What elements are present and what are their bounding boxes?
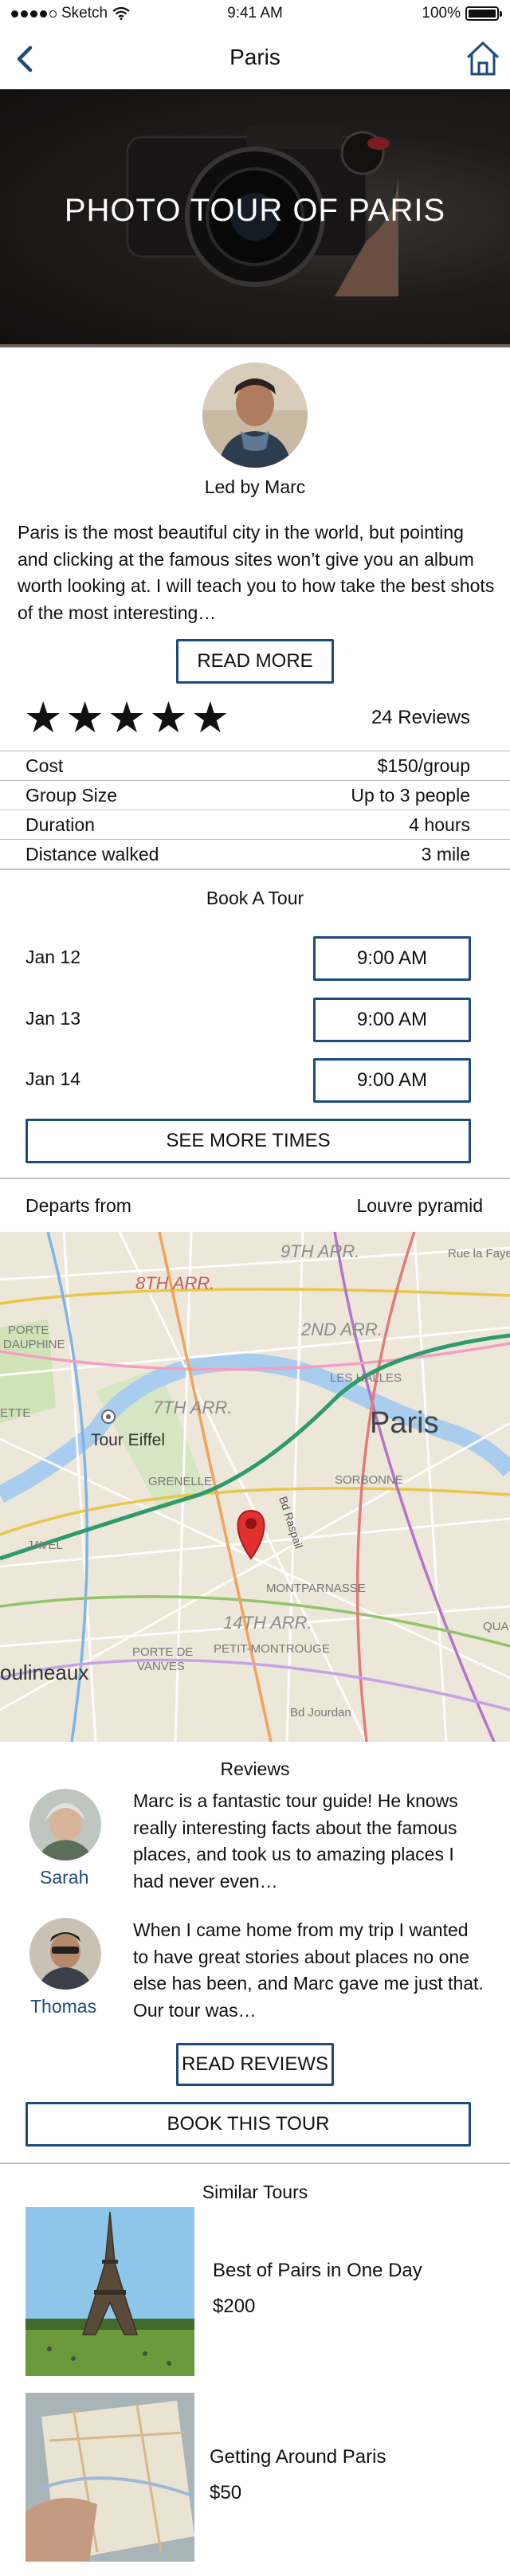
hero-border (0, 344, 510, 347)
map-label: PORTE DE VANVES (132, 1645, 193, 1673)
reviewer-avatar (29, 1918, 101, 1990)
time-slot-button[interactable]: 9:00 AM (313, 998, 471, 1042)
detail-value: 3 mile (421, 844, 470, 865)
see-more-times-button[interactable]: SEE MORE TIMES (26, 1119, 471, 1163)
detail-row-cost: Cost $150/group (0, 751, 510, 780)
map-label: 7TH ARR. (153, 1398, 232, 1417)
similar-tours-title: Similar Tours (202, 2182, 308, 2202)
map-label: QUA (483, 1620, 509, 1633)
review-text: Marc is a fantastic tour guide! He knows… (133, 1790, 458, 1892)
time-slot-button[interactable]: 9:00 AM (313, 1058, 471, 1103)
hero-headline: PHOTO TOUR OF PARIS (64, 193, 446, 228)
guide-avatar (202, 363, 308, 468)
similar-tour-name[interactable]: Best of Pairs in One Day (213, 2260, 422, 2282)
review-text: When I came home from my trip I wanted t… (133, 1919, 484, 2021)
similar-tour-image[interactable] (26, 2393, 194, 2562)
map-label: SORBONNE (335, 1473, 403, 1487)
similar-tour-price: $200 (213, 2296, 256, 2317)
map-label: Tour Eiffel (91, 1431, 165, 1449)
reviewer-avatar (29, 1789, 101, 1860)
home-icon[interactable] (465, 40, 500, 76)
read-reviews-button[interactable]: READ REVIEWS (176, 2043, 334, 2086)
departure-map[interactable]: 9TH ARR. 8TH ARR. 2ND ARR. 7TH ARR. 14TH… (0, 1232, 510, 1742)
similar-tour-image[interactable] (26, 2207, 194, 2376)
detail-row-group-size: Group Size Up to 3 people (0, 780, 510, 810)
map-label: 9TH ARR. (280, 1241, 359, 1261)
divider (0, 1178, 510, 1179)
rating-stars: ★★★★★ (24, 694, 233, 742)
led-by: Led by Marc (204, 476, 306, 497)
detail-key: Group Size (26, 785, 118, 806)
tour-description: Paris is the most beautiful city in the … (18, 522, 495, 623)
departs-label: Departs from (26, 1195, 131, 1216)
detail-value: Up to 3 people (351, 785, 470, 806)
detail-key: Cost (26, 755, 64, 776)
similar-tour-price: $50 (210, 2482, 242, 2503)
map-label: LES HALLES (330, 1371, 402, 1385)
page-title: Paris (230, 45, 280, 69)
read-more-button[interactable]: READ MORE (176, 639, 334, 684)
map-label: PETIT-MONTROUGE (214, 1642, 330, 1656)
map-label: oulineaux (0, 1660, 88, 1684)
reviewer-name[interactable]: Sarah (40, 1867, 88, 1888)
battery-icon (465, 6, 502, 21)
booking-slot: Jan 12 9:00 AM (0, 936, 510, 981)
slot-date: Jan 12 (26, 947, 81, 967)
booking-slot: Jan 13 9:00 AM (0, 998, 510, 1042)
reviewer-name[interactable]: Thomas (30, 1996, 96, 2017)
divider (0, 868, 510, 870)
battery-percent: 100% (422, 5, 461, 22)
detail-key: Duration (26, 814, 95, 835)
slot-date: Jan 14 (26, 1068, 81, 1089)
map-label: Bd Jourdan (290, 1706, 351, 1719)
booking-slot: Jan 14 9:00 AM (0, 1058, 510, 1103)
nav-bar: Paris (0, 29, 510, 89)
status-bar: Sketch 9:41 AM 100% (0, 0, 510, 29)
detail-row-distance: Distance walked 3 mile (0, 839, 510, 868)
hero-image: PHOTO TOUR OF PARIS (0, 89, 510, 346)
map-label: 2ND ARR. (300, 1319, 382, 1339)
detail-value: $150/group (377, 755, 470, 776)
similar-tour-name[interactable]: Getting Around Paris (210, 2446, 386, 2468)
book-this-tour-button[interactable]: BOOK THIS TOUR (26, 2102, 471, 2147)
map-label: 8TH ARR. (135, 1273, 214, 1293)
map-label: MONTPARNASSE (266, 1582, 366, 1595)
reviews-count[interactable]: 24 Reviews (371, 707, 470, 729)
map-label: GRENELLE (148, 1475, 212, 1488)
map-label: ETTE (0, 1406, 30, 1420)
detail-value: 4 hours (409, 814, 470, 835)
divider (0, 2162, 510, 2164)
map-city-label: Paris (370, 1406, 439, 1440)
battery: 100% (422, 5, 502, 22)
detail-row-duration: Duration 4 hours (0, 810, 510, 839)
detail-key: Distance walked (26, 844, 159, 865)
departs-location: Louvre pyramid (356, 1195, 483, 1216)
map-label: 14TH ARR. (223, 1613, 312, 1633)
slot-date: Jan 13 (26, 1008, 81, 1029)
time-slot-button[interactable]: 9:00 AM (313, 936, 471, 981)
reviews-title: Reviews (220, 1759, 290, 1779)
map-label: JAVEL (27, 1539, 63, 1552)
map-label: Rue la Fayette (448, 1247, 510, 1261)
book-tour-title: Book A Tour (206, 888, 304, 908)
